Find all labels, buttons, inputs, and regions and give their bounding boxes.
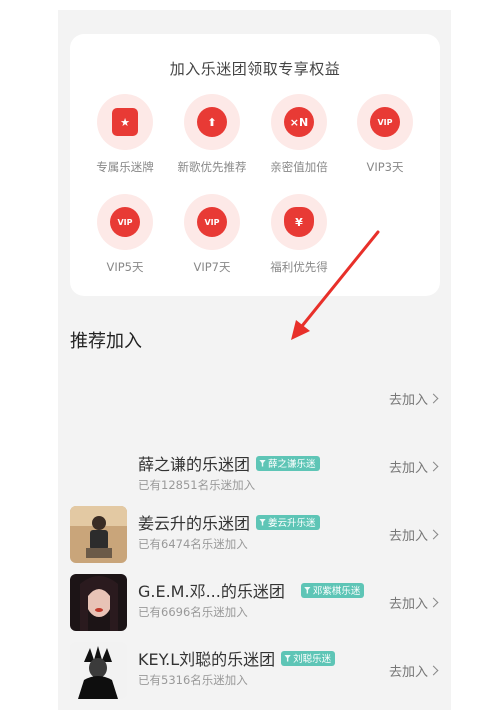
chevron-right-icon	[428, 461, 439, 472]
flag-icon	[259, 518, 267, 526]
fan-tag: 刘聪乐迷	[281, 650, 336, 666]
benefit-label: 亲密值加倍	[270, 160, 328, 174]
avatar	[70, 506, 127, 563]
benefits-card: 加入乐迷团领取专享权益 ★ 专属乐迷牌 ⬆ 新歌优先推荐 ×N 亲密值加倍 VI…	[70, 34, 440, 296]
benefit-welfare[interactable]: ¥ 福利优先得	[256, 194, 342, 275]
benefits-title: 加入乐迷团领取专享权益	[169, 60, 341, 78]
benefit-label: 新歌优先推荐	[177, 160, 247, 174]
flag-icon	[284, 654, 292, 662]
vip-icon: VIP	[357, 94, 413, 150]
join-button[interactable]: 去加入	[389, 525, 439, 544]
benefit-vip5[interactable]: VIP VIP5天	[82, 194, 168, 275]
fan-club-row[interactable]: KEY.L刘聪的乐迷团 刘聪乐迷 已有5316名乐迷加入	[70, 642, 440, 702]
upload-icon: ⬆	[184, 94, 240, 150]
member-count: 已有12851名乐迷加入	[138, 478, 256, 492]
benefit-intimacy[interactable]: ×N 亲密值加倍	[256, 94, 342, 175]
join-button[interactable]: 去加入	[389, 457, 439, 476]
fan-tag: 姜云升乐迷	[256, 514, 320, 530]
fan-club-name: KEY.L刘聪的乐迷团 刘聪乐迷	[138, 646, 336, 670]
chevron-right-icon	[428, 665, 439, 676]
badge-icon: ★	[97, 94, 153, 150]
chevron-right-icon	[428, 529, 439, 540]
money-bag-icon: ¥	[271, 194, 327, 250]
fan-club-row[interactable]: 薛之谦的乐迷团 薛之谦乐迷 已有12851名乐迷加入	[70, 447, 440, 507]
fan-club-name: G.E.M.邓...的乐迷团 邓紫棋乐迷	[138, 578, 365, 602]
vip-icon: VIP	[97, 194, 153, 250]
fan-club-name: 姜云升的乐迷团 姜云升乐迷	[138, 510, 320, 534]
vip-icon: VIP	[184, 194, 240, 250]
recommend-title: 推荐加入	[70, 331, 142, 352]
benefit-fan-badge[interactable]: ★ 专属乐迷牌	[82, 94, 168, 175]
fan-club-row[interactable]: G.E.M.邓...的乐迷团 邓紫棋乐迷 已有6696名乐迷加入	[70, 574, 440, 634]
benefit-label: 专属乐迷牌	[96, 160, 154, 174]
benefit-label: VIP5天	[106, 260, 144, 274]
fan-tag: 薛之谦乐迷	[256, 455, 320, 471]
avatar	[70, 574, 127, 631]
flag-icon	[303, 586, 311, 594]
chevron-right-icon	[428, 597, 439, 608]
member-count: 已有5316名乐迷加入	[138, 673, 248, 687]
benefit-label: 福利优先得	[270, 260, 328, 274]
benefit-vip7[interactable]: VIP VIP7天	[169, 194, 255, 275]
fan-club-row[interactable]: 姜云升的乐迷团 姜云升乐迷 已有6474名乐迷加入	[70, 506, 440, 566]
benefit-vip3[interactable]: VIP VIP3天	[342, 94, 428, 175]
join-button[interactable]: 去加入	[389, 661, 439, 680]
avatar	[70, 642, 127, 699]
flag-icon	[259, 459, 267, 467]
benefit-label: VIP3天	[366, 160, 404, 174]
join-button[interactable]: 去加入	[389, 389, 439, 408]
member-count: 已有6474名乐迷加入	[138, 537, 248, 551]
benefit-label: VIP7天	[193, 260, 231, 274]
member-count: 已有6696名乐迷加入	[138, 605, 248, 619]
benefit-new-song[interactable]: ⬆ 新歌优先推荐	[169, 94, 255, 175]
chevron-right-icon	[428, 393, 439, 404]
fan-tag: 邓紫棋乐迷	[300, 582, 365, 598]
multiply-icon: ×N	[271, 94, 327, 150]
fan-club-name: 薛之谦的乐迷团 薛之谦乐迷	[138, 451, 320, 475]
join-button[interactable]: 去加入	[389, 593, 439, 612]
